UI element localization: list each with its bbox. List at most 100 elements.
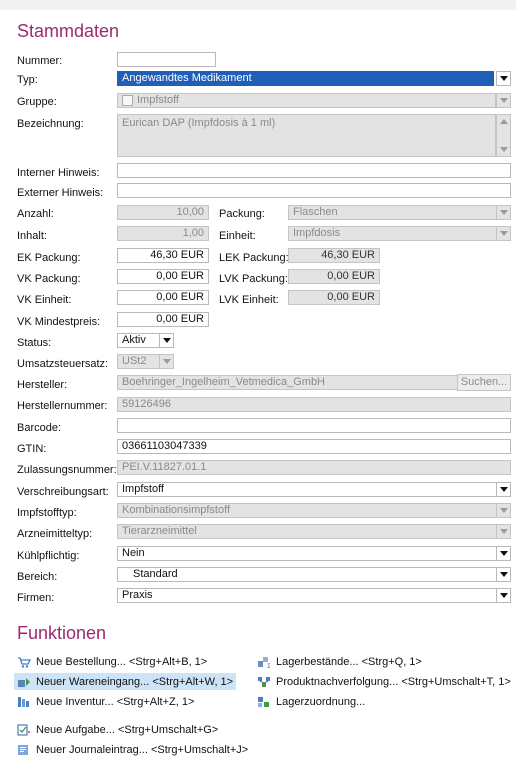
- gruppe-dropdown-button[interactable]: [496, 93, 511, 108]
- hersteller-field[interactable]: Boehringer_Ingelheim_Vetmedica_GmbH: [117, 375, 483, 390]
- hersteller-label: Hersteller:: [17, 379, 68, 391]
- zulassungsnummer-label: Zulassungsnummer:: [17, 464, 117, 476]
- section-title-stammdaten: Stammdaten: [17, 21, 120, 41]
- chevron-down-icon: [162, 359, 171, 364]
- status-select[interactable]: Aktiv: [117, 333, 160, 348]
- gruppe-label: Gruppe:: [17, 96, 57, 108]
- herstellernummer-label: Herstellernummer:: [17, 400, 108, 412]
- chevron-down-icon: [499, 210, 508, 215]
- firmen-select[interactable]: Praxis: [117, 588, 497, 603]
- bezeichnung-scrollbar[interactable]: [496, 114, 511, 157]
- packung-dropdown-button[interactable]: [496, 205, 511, 220]
- status-dropdown-button[interactable]: [159, 333, 174, 348]
- anzahl-label: Anzahl:: [17, 208, 54, 220]
- lek-packung-field: 46,30 EUR: [288, 248, 380, 263]
- scroll-up-icon: [499, 119, 508, 124]
- checkbox-icon: [122, 94, 133, 106]
- kuehlpflichtig-label: Kühlpflichtig:: [17, 550, 80, 562]
- interner-hinweis-label: Interner Hinweis:: [17, 167, 100, 179]
- chevron-down-icon: [499, 98, 508, 103]
- einheit-dropdown-button[interactable]: [496, 226, 511, 241]
- umsatzsteuersatz-dropdown-button[interactable]: [159, 354, 174, 369]
- barcode-field[interactable]: [117, 418, 511, 433]
- ek-packung-label: EK Packung:: [17, 252, 81, 264]
- stock-icon: Σ: [257, 656, 271, 670]
- einheit-select[interactable]: Impfdosis: [288, 226, 497, 241]
- externer-hinweis-label: Externer Hinweis:: [17, 187, 104, 199]
- bezeichnung-textarea[interactable]: Eurican DAP (Impfdosis à 1 ml): [117, 114, 496, 157]
- storage-assignment-icon: [257, 696, 271, 708]
- kuehlpflichtig-dropdown-button[interactable]: [496, 546, 511, 561]
- gtin-field[interactable]: 03661103047339: [117, 439, 511, 454]
- verschreibungsart-dropdown-button[interactable]: [496, 482, 511, 497]
- neuer-journaleintrag-label: Neuer Journaleintrag... <Strg+Umschalt+J…: [36, 743, 249, 756]
- verschreibungsart-label: Verschreibungsart:: [17, 486, 109, 498]
- arzneimitteltyp-label: Arzneimitteltyp:: [17, 528, 93, 540]
- status-label: Status:: [17, 337, 52, 349]
- suchen-button[interactable]: Suchen...: [457, 374, 511, 391]
- nummer-field[interactable]: [117, 52, 216, 67]
- lvk-packung-field: 0,00 EUR: [288, 269, 380, 284]
- lvk-packung-label: LVK Packung:: [219, 273, 288, 285]
- chevron-down-icon: [499, 593, 508, 598]
- impfstofftyp-label: Impfstofftyp:: [17, 507, 77, 519]
- impfstofftyp-dropdown-button[interactable]: [496, 503, 511, 518]
- vk-einheit-field[interactable]: 0,00 EUR: [117, 290, 209, 305]
- typ-select[interactable]: Angewandtes Medikament: [117, 71, 494, 86]
- lagerzuordnung-label: Lagerzuordnung...: [276, 695, 366, 708]
- zulassungsnummer-field[interactable]: PEI.V.11827.01.1: [117, 460, 511, 475]
- anzahl-field[interactable]: 10,00: [117, 205, 209, 220]
- lagerbestaende-label: Lagerbestände... <Strg+Q, 1>: [276, 655, 422, 668]
- ek-packung-field[interactable]: 46,30 EUR: [117, 248, 209, 263]
- herstellernummer-field[interactable]: 59126496: [117, 397, 511, 412]
- firmen-dropdown-button[interactable]: [496, 588, 511, 603]
- neue-bestellung-label: Neue Bestellung... <Strg+Alt+B, 1>: [36, 655, 208, 668]
- journal-icon: [17, 744, 31, 756]
- umsatzsteuersatz-label: Umsatzsteuersatz:: [17, 358, 109, 370]
- verschreibungsart-select[interactable]: Impfstoff: [117, 482, 497, 497]
- vk-packung-label: VK Packung:: [17, 273, 81, 285]
- neue-inventur-link[interactable]: Neue Inventur... <Strg+Alt+Z, 1>: [14, 693, 194, 710]
- kuehlpflichtig-select[interactable]: Nein: [117, 546, 497, 561]
- packung-select[interactable]: Flaschen: [288, 205, 497, 220]
- typ-label: Typ:: [17, 74, 38, 86]
- gruppe-select[interactable]: Impfstoff: [117, 93, 496, 108]
- neuer-wareneingang-label: Neuer Wareneingang... <Strg+Alt+W, 1>: [36, 675, 234, 688]
- bereich-select[interactable]: Standard: [117, 567, 497, 582]
- bereich-dropdown-button[interactable]: [496, 567, 511, 582]
- gruppe-value: Impfstoff: [137, 94, 179, 106]
- neue-aufgabe-link[interactable]: Neue Aufgabe... <Strg+Umschalt+G>: [14, 721, 218, 738]
- vk-mindestpreis-field[interactable]: 0,00 EUR: [117, 312, 209, 327]
- externer-hinweis-field[interactable]: [117, 183, 511, 198]
- lagerzuordnung-link[interactable]: Lagerzuordnung...: [254, 693, 365, 710]
- scroll-down-icon: [499, 147, 508, 152]
- arzneimitteltyp-dropdown-button[interactable]: [496, 524, 511, 539]
- neuer-journaleintrag-link[interactable]: Neuer Journaleintrag... <Strg+Umschalt+J…: [14, 741, 248, 758]
- arzneimitteltyp-select[interactable]: Tierarzneimittel: [117, 524, 497, 539]
- neue-bestellung-link[interactable]: Neue Bestellung... <Strg+Alt+B, 1>: [14, 653, 207, 670]
- chevron-down-icon: [499, 231, 508, 236]
- vk-mindestpreis-label: VK Mindestpreis:: [17, 316, 101, 328]
- lvk-einheit-label: LVK Einheit:: [219, 294, 279, 306]
- gtin-label: GTIN:: [17, 443, 47, 455]
- packung-label: Packung:: [219, 208, 265, 220]
- vk-packung-field[interactable]: 0,00 EUR: [117, 269, 209, 284]
- interner-hinweis-field[interactable]: [117, 163, 511, 178]
- goods-receipt-icon: [17, 676, 31, 688]
- impfstofftyp-select[interactable]: Kombinationsimpfstoff: [117, 503, 497, 518]
- typ-dropdown-button[interactable]: [496, 71, 511, 86]
- inhalt-field[interactable]: 1,00: [117, 226, 209, 241]
- produktnachverfolgung-link[interactable]: Produktnachverfolgung... <Strg+Umschalt+…: [254, 673, 511, 690]
- task-icon: [17, 723, 31, 736]
- bereich-label: Bereich:: [17, 571, 58, 583]
- einheit-label: Einheit:: [219, 230, 256, 242]
- chevron-down-icon: [499, 76, 508, 81]
- section-title-funktionen: Funktionen: [17, 623, 107, 643]
- barcode-label: Barcode:: [17, 422, 62, 434]
- neuer-wareneingang-link[interactable]: Neuer Wareneingang... <Strg+Alt+W, 1>: [14, 673, 236, 690]
- lagerbestaende-link[interactable]: Σ Lagerbestände... <Strg+Q, 1>: [254, 653, 422, 670]
- chevron-down-icon: [162, 338, 171, 343]
- umsatzsteuersatz-select[interactable]: USt2: [117, 354, 160, 369]
- tracking-icon: [257, 676, 271, 688]
- chevron-down-icon: [499, 572, 508, 577]
